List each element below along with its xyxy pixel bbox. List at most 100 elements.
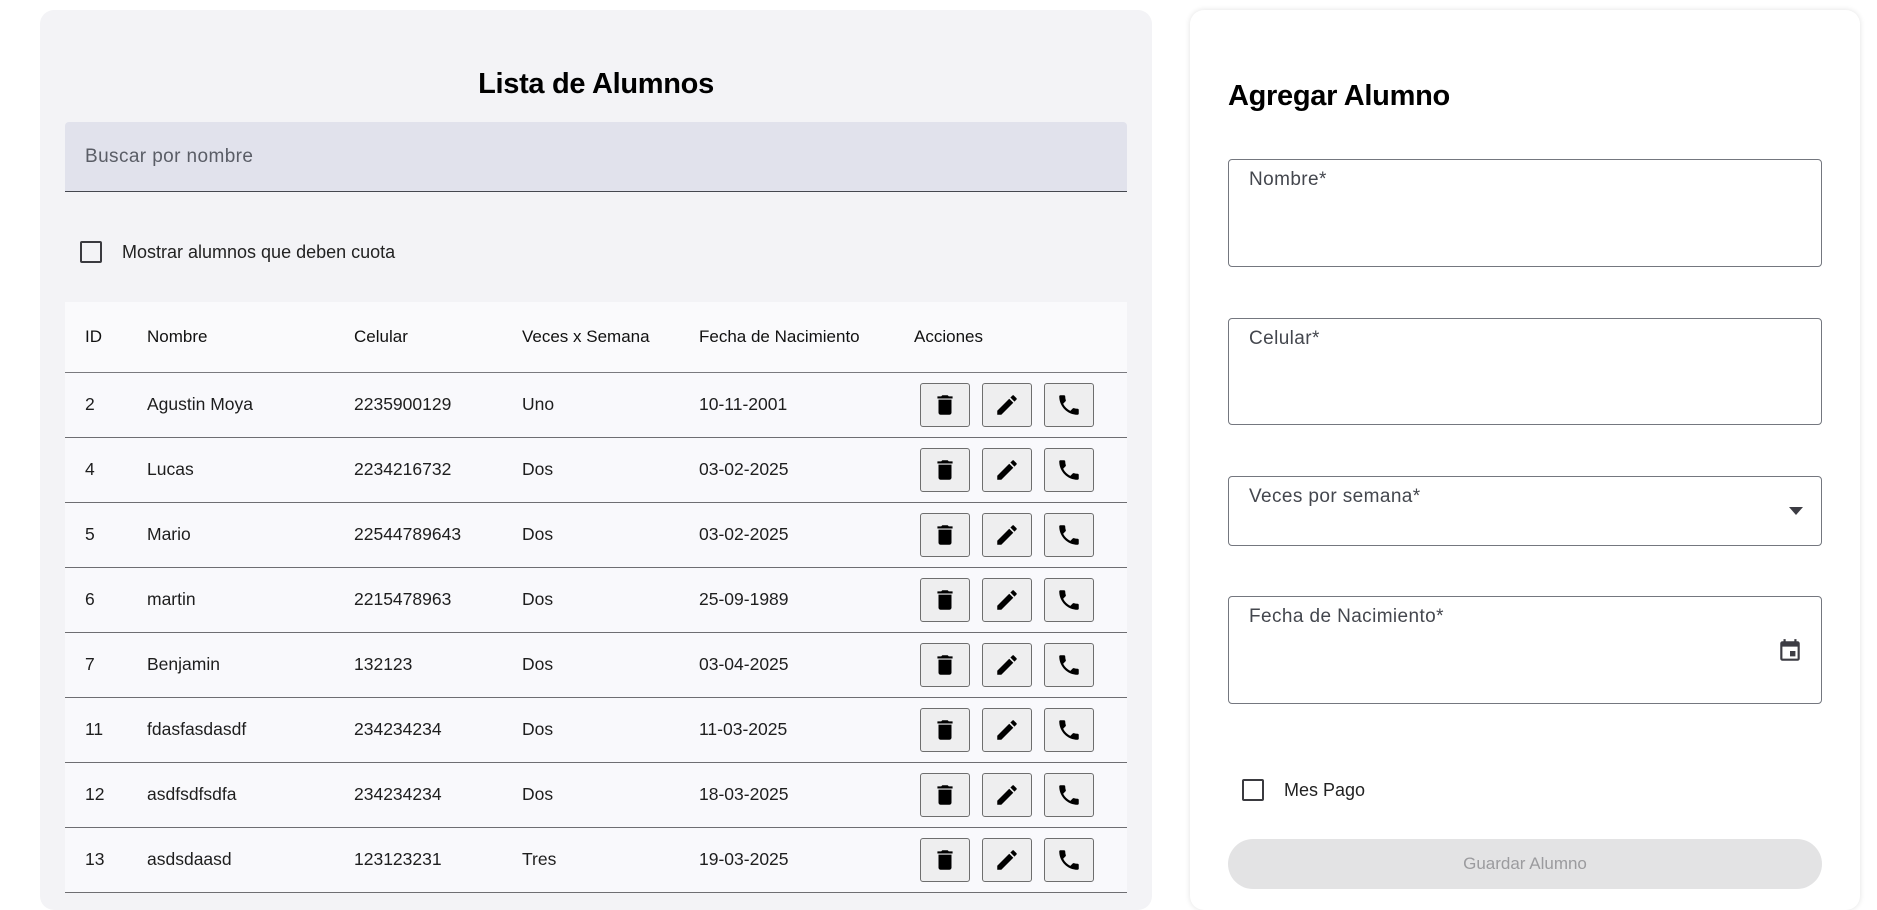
- search-input[interactable]: [65, 122, 1127, 191]
- call-button[interactable]: [1044, 642, 1094, 687]
- delete-button[interactable]: [920, 642, 970, 687]
- fecha-label: Fecha de Nacimiento*: [1249, 606, 1444, 627]
- calendar-icon[interactable]: [1777, 637, 1803, 670]
- cell-fecha: 10-11-2001: [679, 372, 894, 438]
- row-actions: [914, 382, 1127, 427]
- phone-icon: [1056, 522, 1082, 548]
- cell-id: 12: [65, 762, 127, 828]
- cell-fecha: 19-03-2025: [679, 827, 894, 893]
- phone-icon: [1056, 847, 1082, 873]
- cell-veces: Tres: [502, 827, 679, 893]
- column-header-acciones: Acciones: [894, 302, 1127, 373]
- edit-icon: [994, 457, 1020, 483]
- call-button[interactable]: [1044, 447, 1094, 492]
- phone-icon: [1056, 587, 1082, 613]
- delete-icon: [932, 392, 958, 418]
- nombre-label: Nombre*: [1249, 169, 1327, 190]
- column-header-veces: Veces x Semana: [502, 302, 679, 373]
- edit-icon: [994, 587, 1020, 613]
- owes-fee-filter[interactable]: Mostrar alumnos que deben cuota: [80, 239, 395, 265]
- delete-button[interactable]: [920, 577, 970, 622]
- edit-button[interactable]: [982, 382, 1032, 427]
- edit-button[interactable]: [982, 772, 1032, 817]
- edit-icon: [994, 522, 1020, 548]
- edit-button[interactable]: [982, 837, 1032, 882]
- fecha-field[interactable]: Fecha de Nacimiento*: [1228, 596, 1822, 704]
- edit-icon: [994, 652, 1020, 678]
- cell-acciones: [894, 372, 1127, 438]
- cell-celular: 2234216732: [334, 437, 502, 503]
- form-title: Agregar Alumno: [1228, 80, 1450, 112]
- celular-label: Celular*: [1249, 328, 1320, 349]
- cell-id: 4: [65, 437, 127, 503]
- mes-pago-toggle[interactable]: Mes Pago: [1242, 777, 1365, 803]
- cell-fecha: 25-09-1989: [679, 567, 894, 633]
- phone-icon: [1056, 457, 1082, 483]
- cell-nombre: Benjamin: [127, 632, 334, 698]
- delete-button[interactable]: [920, 707, 970, 752]
- column-header-nombre: Nombre: [127, 302, 334, 373]
- edit-button[interactable]: [982, 512, 1032, 557]
- column-header-celular: Celular: [334, 302, 502, 373]
- dropdown-arrow-icon: [1789, 502, 1803, 520]
- cell-acciones: [894, 502, 1127, 568]
- delete-button[interactable]: [920, 447, 970, 492]
- table-row: 7 Benjamin 132123 Dos 03-04-2025: [65, 632, 1127, 698]
- cell-id: 11: [65, 697, 127, 763]
- cell-acciones: [894, 827, 1127, 893]
- call-button[interactable]: [1044, 382, 1094, 427]
- cell-id: 13: [65, 827, 127, 893]
- call-button[interactable]: [1044, 512, 1094, 557]
- cell-celular: 234234234: [334, 762, 502, 828]
- celular-field[interactable]: Celular*: [1228, 318, 1822, 425]
- delete-icon: [932, 782, 958, 808]
- cell-acciones: [894, 762, 1127, 828]
- call-button[interactable]: [1044, 577, 1094, 622]
- cell-acciones: [894, 567, 1127, 633]
- delete-button[interactable]: [920, 772, 970, 817]
- cell-nombre: Mario: [127, 502, 334, 568]
- cell-nombre: Agustin Moya: [127, 372, 334, 438]
- cell-acciones: [894, 437, 1127, 503]
- student-list-card: Lista de Alumnos Mostrar alumnos que deb…: [40, 10, 1152, 910]
- page-title: Lista de Alumnos: [478, 68, 714, 100]
- search-field[interactable]: [65, 122, 1127, 192]
- edit-button[interactable]: [982, 642, 1032, 687]
- edit-icon: [994, 392, 1020, 418]
- delete-button[interactable]: [920, 837, 970, 882]
- delete-button[interactable]: [920, 512, 970, 557]
- delete-button[interactable]: [920, 382, 970, 427]
- edit-button[interactable]: [982, 577, 1032, 622]
- edit-icon: [994, 782, 1020, 808]
- cell-veces: Uno: [502, 372, 679, 438]
- save-student-button[interactable]: Guardar Alumno: [1228, 839, 1822, 889]
- call-button[interactable]: [1044, 707, 1094, 752]
- row-actions: [914, 447, 1127, 492]
- edit-icon: [994, 847, 1020, 873]
- cell-nombre: asdfsdfsdfa: [127, 762, 334, 828]
- row-actions: [914, 707, 1127, 752]
- cell-nombre: martin: [127, 567, 334, 633]
- row-actions: [914, 837, 1127, 882]
- cell-veces: Dos: [502, 697, 679, 763]
- cell-acciones: [894, 632, 1127, 698]
- delete-icon: [932, 847, 958, 873]
- cell-nombre: fdasfasdasdf: [127, 697, 334, 763]
- students-table: ID Nombre Celular Veces x Semana Fecha d…: [65, 302, 1127, 893]
- column-header-fecha: Fecha de Nacimiento: [679, 302, 894, 373]
- mes-pago-checkbox[interactable]: [1242, 779, 1264, 801]
- edit-button[interactable]: [982, 707, 1032, 752]
- delete-icon: [932, 652, 958, 678]
- edit-button[interactable]: [982, 447, 1032, 492]
- phone-icon: [1056, 717, 1082, 743]
- cell-celular: 2235900129: [334, 372, 502, 438]
- cell-veces: Dos: [502, 632, 679, 698]
- cell-fecha: 03-04-2025: [679, 632, 894, 698]
- call-button[interactable]: [1044, 837, 1094, 882]
- call-button[interactable]: [1044, 772, 1094, 817]
- owes-fee-checkbox[interactable]: [80, 241, 102, 263]
- cell-celular: 2215478963: [334, 567, 502, 633]
- nombre-field[interactable]: Nombre*: [1228, 159, 1822, 267]
- veces-select[interactable]: Veces por semana*: [1228, 476, 1822, 546]
- cell-fecha: 03-02-2025: [679, 502, 894, 568]
